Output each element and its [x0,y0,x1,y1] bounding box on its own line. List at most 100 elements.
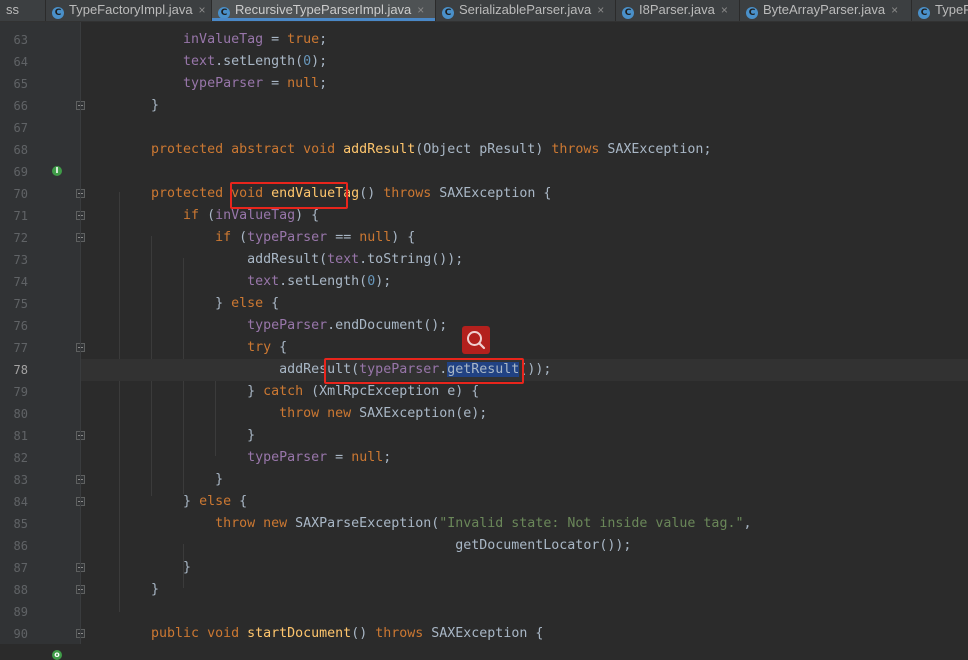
code-line[interactable]: if (inValueTag) { [81,205,968,227]
line-number: 68 [13,143,28,157]
code-token: , [743,516,752,531]
close-icon[interactable]: × [199,3,206,17]
line-number: 65 [13,77,28,91]
code-token: throws [375,626,432,641]
code-line[interactable] [81,117,968,139]
code-token: else [231,296,272,311]
java-class-icon: C [746,7,758,19]
code-text: } [119,425,255,447]
code-token: "Invalid state: Not inside value tag." [439,516,744,531]
tab-6[interactable]: C TypeP [912,0,968,21]
tab-2[interactable]: C RecursiveTypeParserImpl.java × [212,0,436,21]
tab-4[interactable]: C I8Parser.java × [616,0,740,21]
code-line[interactable]: text.setLength(0); [81,51,968,73]
code-line[interactable]: public void startDocument() throws SAXEx… [81,623,968,644]
code-text: typeParser = null; [119,73,327,95]
code-line[interactable]: throw new SAXException(e); [81,403,968,425]
code-token: == [327,230,360,245]
implementation-marker-icon[interactable]: I [52,166,62,176]
code-line[interactable]: protected void endValueTag() throws SAXE… [81,183,968,205]
code-line[interactable]: } [81,425,968,447]
line-number: 66 [13,99,28,113]
code-token: SAXException(e); [359,406,488,421]
code-line[interactable]: typeParser = null; [81,447,968,469]
code-token: { [279,340,288,355]
code-line[interactable]: } [81,95,968,117]
code-token: throw new [215,516,296,531]
code-text: } [119,469,223,491]
code-token: ()); [519,362,552,377]
code-line[interactable]: throw new SAXParseException("Invalid sta… [81,513,968,535]
code-token: public void [151,626,248,641]
code-text: text.setLength(0); [119,51,327,73]
code-token: } [119,582,160,597]
line-number: 63 [13,33,28,47]
code-text: getDocumentLocator()); [119,535,631,557]
code-line[interactable]: inValueTag = true; [81,29,968,51]
line-number: 84 [13,495,28,509]
close-icon[interactable]: × [417,3,424,17]
line-number: 64 [13,55,28,69]
code-line[interactable]: } [81,579,968,601]
tab-0[interactable]: ss [0,0,46,21]
code-token: addResult [343,142,416,157]
code-line[interactable]: } [81,469,968,491]
code-line[interactable]: } [81,557,968,579]
code-line[interactable]: if (typeParser == null) { [81,227,968,249]
line-number: 78 [13,363,28,377]
search-icon [467,331,486,350]
tab-1[interactable]: C TypeFactoryImpl.java × [46,0,212,21]
tab-5[interactable]: C ByteArrayParser.java × [740,0,912,21]
code-token: } [119,494,200,509]
code-line[interactable]: } else { [81,293,968,315]
line-number: 74 [13,275,28,289]
code-token: = [327,450,352,465]
code-token: ) { [295,208,320,223]
search-popup-button[interactable] [462,326,490,354]
code-line[interactable]: } else { [81,491,968,513]
close-icon[interactable]: × [891,3,898,17]
code-line[interactable]: addResult(text.toString()); [81,249,968,271]
code-line[interactable]: addResult(typeParser.getResult()); [81,359,968,381]
code-token: } [119,428,256,443]
code-line[interactable]: text.setLength(0); [81,271,968,293]
code-line[interactable]: getDocumentLocator()); [81,535,968,557]
code-token: typeParser [247,230,328,245]
code-token: inValueTag [183,32,264,47]
close-icon[interactable]: × [721,3,728,17]
code-text: inValueTag = true; [119,29,327,51]
tab-3[interactable]: C SerializableParser.java × [436,0,616,21]
code-line[interactable]: } catch (XmlRpcException e) { [81,381,968,403]
code-text: } [119,95,159,117]
code-token: startDocument [247,626,352,641]
code-line[interactable] [81,161,968,183]
tab-label: ByteArrayParser.java [763,2,886,17]
code-line[interactable]: try { [81,337,968,359]
code-token: ) { [391,230,416,245]
code-line[interactable]: typeParser.endDocument(); [81,315,968,337]
code-text: text.setLength(0); [119,271,391,293]
code-token: (Object pResult) [415,142,552,157]
code-text: typeParser = null; [119,447,391,469]
code-line[interactable]: protected abstract void addResult(Object… [81,139,968,161]
line-number: 76 [13,319,28,333]
code-token: SAXException { [439,186,552,201]
code-token: { [271,296,280,311]
line-number: 72 [13,231,28,245]
code-token: () [359,186,384,201]
code-token: else [199,494,240,509]
code-text: typeParser.endDocument(); [119,315,447,337]
line-number: 89 [13,605,28,619]
code-editor[interactable]: inValueTag = true; text.setLength(0); ty… [81,22,968,644]
code-token: { [239,494,248,509]
code-line[interactable] [81,601,968,623]
close-icon[interactable]: × [597,3,604,17]
code-token: (XmlRpcException e) { [311,384,480,399]
code-token: ); [375,274,392,289]
override-marker-icon[interactable]: o [52,650,62,660]
code-line[interactable]: typeParser = null; [81,73,968,95]
